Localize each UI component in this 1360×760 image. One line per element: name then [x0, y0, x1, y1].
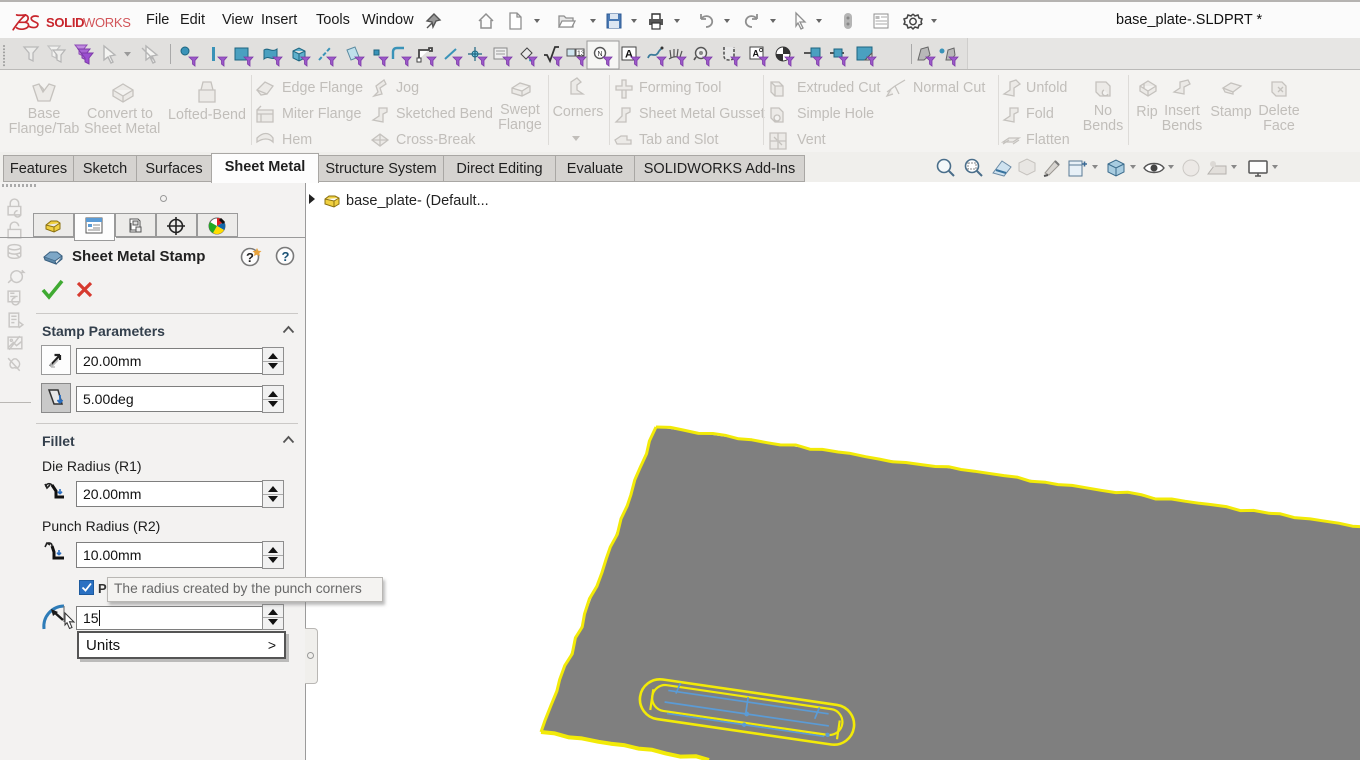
svg-text:N: N [598, 51, 603, 58]
svg-text:?: ? [246, 250, 254, 265]
svg-text:13: 13 [577, 51, 585, 58]
svg-text:?: ? [282, 249, 290, 264]
svg-text:WORKS: WORKS [83, 15, 131, 30]
svg-text:SOLID: SOLID [46, 15, 84, 30]
svg-text:A: A [625, 49, 633, 61]
